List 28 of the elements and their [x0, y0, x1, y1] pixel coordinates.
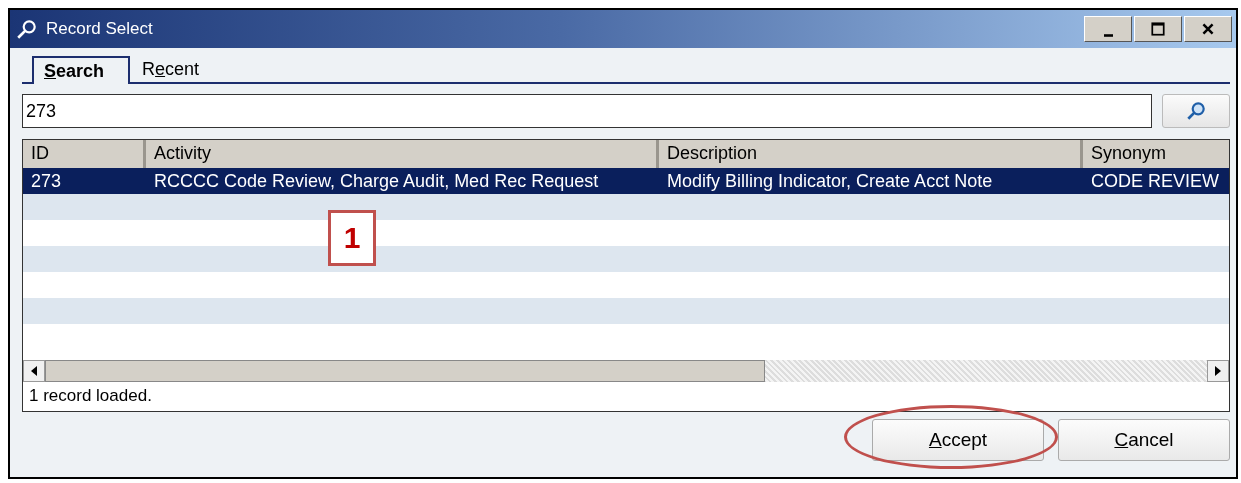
minimize-icon [1103, 33, 1113, 37]
search-button[interactable] [1162, 94, 1230, 128]
close-icon [1200, 21, 1216, 37]
maximize-icon [1150, 21, 1166, 37]
search-field[interactable]: 273 [22, 94, 1152, 128]
minimize-button[interactable] [1084, 16, 1132, 42]
table-cell-text: 273 [30, 170, 63, 192]
horizontal-scrollbar[interactable] [23, 360, 1229, 382]
status-text: 1 record loaded. [28, 385, 153, 407]
scroll-left-button[interactable] [23, 360, 45, 382]
window-title: Record Select [46, 19, 154, 39]
close-button[interactable] [1184, 16, 1232, 42]
tab[interactable]: Search [32, 56, 131, 84]
search-icon [16, 18, 38, 40]
dialog-button[interactable]: Accept [872, 419, 1044, 461]
search-icon [1185, 100, 1207, 122]
scroll-right-button[interactable] [1207, 360, 1229, 382]
dialog-button[interactable]: Cancel [1058, 419, 1230, 461]
table-cell-text: RCCCC Code Review, Charge Audit, Med Rec Request [153, 170, 600, 192]
callout-label: 1 [328, 210, 376, 266]
table-row[interactable]: 273 RCCCC Code Review, Charge Audit, Med Rec Request Modify Billing Indicator, Create Acct Note CODE REVIEW [23, 168, 1229, 194]
maximize-button[interactable] [1134, 16, 1182, 42]
table-cell-text: Modify Billing Indicator, Create Acct Note [666, 170, 994, 192]
column-header[interactable]: Synonym [1083, 140, 1229, 168]
table-cell-text: CODE REVIEW [1090, 170, 1220, 192]
left-triangle-icon [31, 366, 37, 376]
tab[interactable]: Recent [130, 56, 212, 82]
right-triangle-icon [1215, 366, 1221, 376]
